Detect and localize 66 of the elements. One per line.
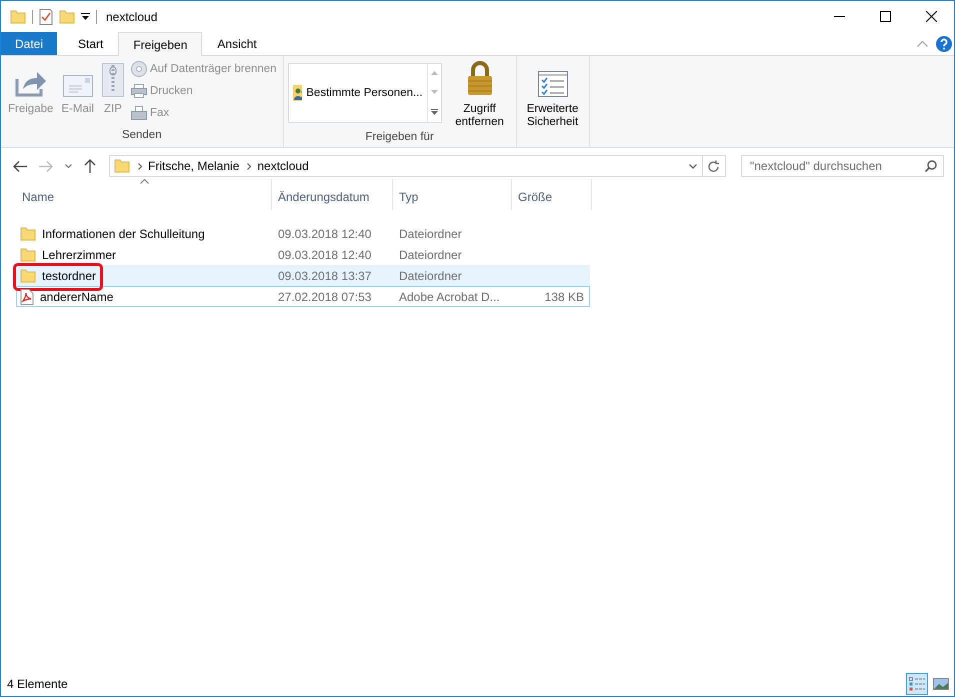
chevron-down-icon [64, 164, 72, 168]
column-header[interactable]: Größe [512, 179, 592, 210]
breadcrumb[interactable]: nextcloud [257, 159, 309, 173]
collapse-ribbon-icon[interactable] [917, 40, 928, 46]
table-cell: Dateiordner [399, 248, 462, 262]
ribbon-tab[interactable]: Start [63, 32, 118, 55]
people-icon [292, 85, 302, 101]
file-name[interactable]: andererName [40, 290, 114, 304]
folder-icon [20, 268, 36, 282]
column-header[interactable]: Änderungsdatum [272, 179, 393, 210]
dropdown-icon[interactable] [689, 164, 697, 168]
ribbon-button[interactable]: Erweiterte Sicherheit [520, 59, 585, 131]
table-cell: Dateiordner [399, 268, 462, 282]
table-cell: 09.03.2018 12:40 [278, 226, 372, 240]
forward-arrow-icon [39, 160, 53, 172]
file-row[interactable]: andererName 27.02.2018 07:53 Adobe Acrobat D... 138 KB [16, 286, 590, 307]
pdf-file-icon [20, 288, 34, 304]
fax-icon [130, 106, 147, 120]
window-title: nextcloud [106, 10, 158, 24]
sort-ascending-icon [140, 179, 148, 184]
column-header[interactable]: Name [16, 179, 272, 210]
table-cell: 09.03.2018 12:40 [278, 248, 372, 262]
address-bar[interactable]: Fritsche, Melanie nextcloud [109, 155, 726, 177]
search-field[interactable]: "nextcloud" durchsuchen [741, 155, 944, 177]
refresh-icon[interactable] [708, 160, 720, 172]
column-header[interactable]: Typ [393, 179, 512, 210]
maximize-icon [880, 11, 890, 22]
chevron-right-icon [138, 162, 142, 170]
file-name[interactable]: Lehrerzimmer [42, 248, 116, 262]
table-cell: 27.02.2018 07:53 [278, 290, 372, 304]
email-icon [62, 75, 93, 97]
ribbon-tab[interactable]: Ansicht [202, 32, 272, 55]
ribbon-tab[interactable]: Freigeben [118, 32, 202, 56]
ribbon-tab[interactable]: Datei [1, 32, 57, 55]
folder-icon [20, 248, 36, 262]
up-arrow-icon [84, 159, 96, 173]
properties-icon[interactable] [39, 8, 53, 24]
back-arrow-icon [13, 160, 27, 172]
status-text: 4 Elemente [7, 677, 69, 691]
zip-icon [102, 63, 124, 97]
details-view-button[interactable] [906, 673, 928, 695]
group-label: Freigeben für [364, 131, 435, 145]
gallery-item[interactable]: Bestimmte Personen... [288, 64, 427, 122]
minimize-icon [834, 16, 844, 17]
printer-icon [130, 84, 147, 98]
folder-icon [10, 10, 26, 24]
table-cell: Adobe Acrobat D... [399, 290, 500, 304]
folder-icon [20, 226, 36, 240]
close-icon [926, 11, 936, 22]
disc-icon [130, 61, 147, 77]
table-cell: Dateiordner [399, 226, 462, 240]
search-icon [925, 160, 937, 172]
table-cell: 09.03.2018 13:37 [278, 268, 372, 282]
file-name[interactable]: testordner [42, 268, 96, 282]
security-settings-icon [538, 71, 568, 97]
dropdown-icon[interactable] [81, 12, 90, 20]
group-label: Senden [120, 129, 163, 143]
file-name[interactable]: Informationen der Schulleitung [42, 226, 205, 240]
folder-icon [114, 159, 130, 173]
help-icon[interactable] [936, 36, 952, 52]
breadcrumb[interactable]: Fritsche, Melanie [148, 159, 240, 173]
table-cell: 138 KB [544, 290, 584, 304]
expand-gallery-icon[interactable] [430, 108, 438, 115]
chevron-right-icon [247, 162, 252, 170]
ribbon-button[interactable]: Zugriff entfernen [448, 59, 512, 131]
new-folder-icon [59, 10, 75, 24]
